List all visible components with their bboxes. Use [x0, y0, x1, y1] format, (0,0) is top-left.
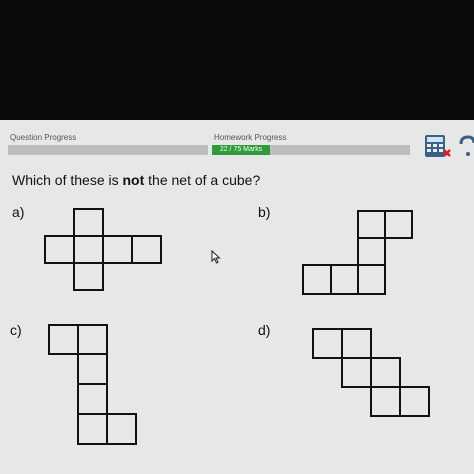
question-prefix: Which of these is	[12, 172, 123, 188]
option-a-label[interactable]: a)	[12, 204, 24, 220]
homework-screen: Question Progress Homework Progress 22 /…	[0, 120, 474, 474]
homework-progress-label: Homework Progress	[214, 133, 287, 142]
option-d-net[interactable]	[312, 328, 434, 418]
question-progress-bar	[8, 145, 208, 155]
option-a-net[interactable]	[44, 208, 164, 292]
calculator-icon[interactable]	[424, 134, 452, 160]
question-progress-label: Question Progress	[10, 133, 77, 142]
question-text: Which of these is not the net of a cube?	[12, 172, 260, 188]
option-c-net[interactable]	[48, 324, 140, 446]
mouse-cursor-icon	[211, 250, 221, 264]
homework-progress-text: 22 / 75 Marks	[219, 146, 263, 153]
help-icon[interactable]	[458, 134, 474, 160]
homework-progress-bar: 22 / 75 Marks	[212, 145, 410, 155]
question-emphasis: not	[122, 172, 145, 188]
homework-progress-fill: 22 / 75 Marks	[212, 145, 271, 155]
option-d-label[interactable]: d)	[258, 322, 270, 338]
option-c-label[interactable]: c)	[10, 322, 22, 338]
question-suffix: the net of a cube?	[144, 172, 261, 188]
option-b-net[interactable]	[302, 210, 414, 296]
option-b-label[interactable]: b)	[258, 204, 270, 220]
